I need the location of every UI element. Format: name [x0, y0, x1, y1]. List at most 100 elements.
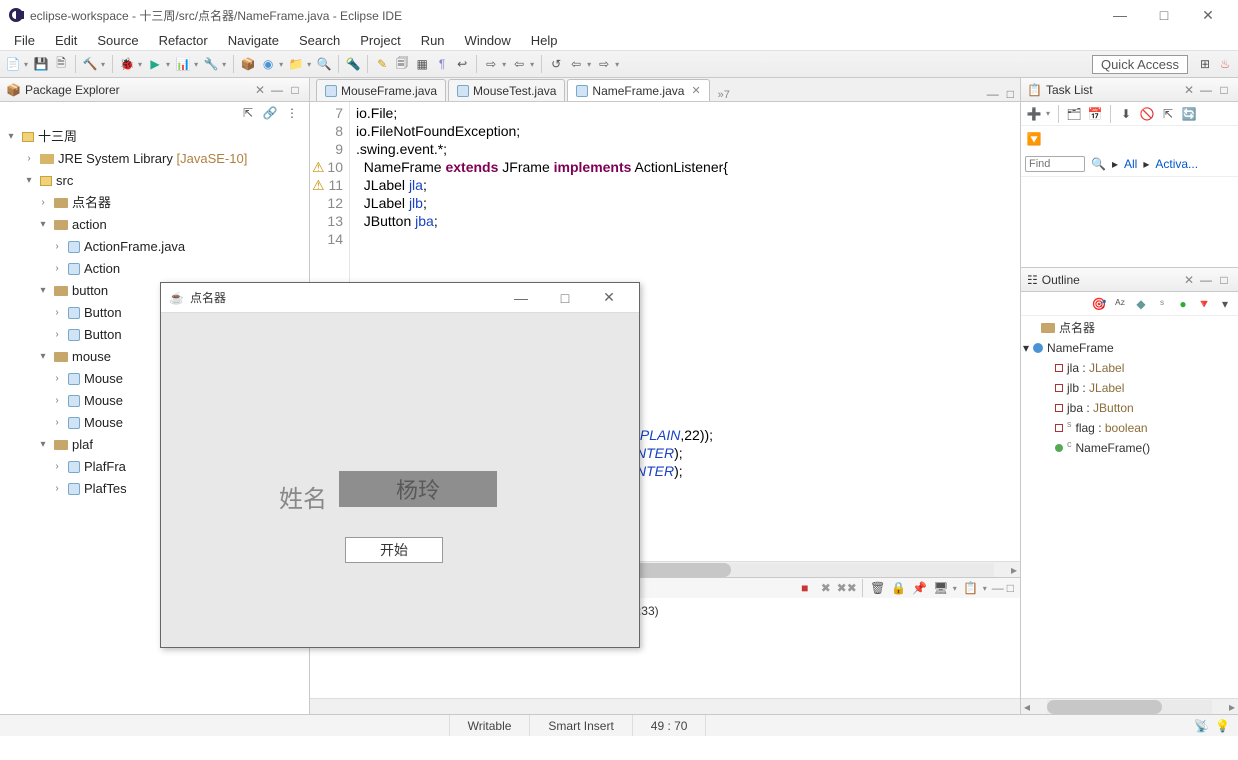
new-task-icon[interactable]: ➕: [1025, 105, 1043, 123]
minimize-icon[interactable]: —: [1198, 272, 1214, 288]
maximize-editor-icon[interactable]: □: [1007, 87, 1014, 101]
toggle-mark-icon[interactable]: ✎: [373, 55, 391, 73]
tab-overflow[interactable]: »7: [712, 89, 736, 101]
prev-annotation-icon[interactable]: ⇦: [510, 55, 528, 73]
sync-icon[interactable]: 🔄: [1180, 105, 1198, 123]
new-icon[interactable]: 📄: [4, 55, 22, 73]
close-view-icon[interactable]: ✕: [255, 83, 265, 97]
external-tools-icon[interactable]: 🔧: [202, 55, 220, 73]
start-button[interactable]: 开始: [345, 537, 443, 563]
menu-project[interactable]: Project: [350, 31, 410, 50]
file-button-2[interactable]: Button: [84, 324, 122, 346]
close-tab-icon[interactable]: ✕: [688, 84, 700, 97]
forward-icon[interactable]: ⇨: [595, 55, 613, 73]
java-app-titlebar[interactable]: ☕ 点名器 — □ ✕: [161, 283, 639, 313]
outline-field-jba[interactable]: jba : JButton: [1067, 398, 1134, 418]
open-console-icon[interactable]: 📋: [962, 579, 980, 597]
pkg-plaf[interactable]: plaf: [72, 434, 93, 456]
jre-node[interactable]: JRE System Library [JavaSE-10]: [58, 148, 247, 170]
task-all-link[interactable]: All: [1124, 157, 1137, 171]
window-minimize-button[interactable]: —: [1098, 0, 1142, 30]
scroll-lock-icon[interactable]: 🔒: [890, 579, 908, 597]
search-icon[interactable]: 🔦: [344, 55, 362, 73]
saveall-icon[interactable]: 🗎: [52, 55, 70, 73]
collapse-icon[interactable]: ⇱: [1159, 105, 1177, 123]
file-mouse-2[interactable]: Mouse: [84, 390, 123, 412]
java-maximize-button[interactable]: □: [543, 283, 587, 313]
outline-field-jlb[interactable]: jlb : JLabel: [1067, 378, 1124, 398]
file-button-1[interactable]: Button: [84, 302, 122, 324]
menu-file[interactable]: File: [4, 31, 45, 50]
close-view-icon[interactable]: ✕: [1184, 273, 1194, 287]
menu-help[interactable]: Help: [521, 31, 568, 50]
java-perspective-icon[interactable]: ♨: [1216, 55, 1234, 73]
task-activate-link[interactable]: Activa...: [1155, 157, 1198, 171]
rss-icon[interactable]: 📡: [1194, 719, 1209, 733]
pkg-button[interactable]: button: [72, 280, 108, 302]
file-mouse-3[interactable]: Mouse: [84, 412, 123, 434]
java-close-button[interactable]: ✕: [587, 283, 631, 313]
display-selected-icon[interactable]: 🖥: [932, 579, 950, 597]
show-whitespace-icon[interactable]: ¶: [433, 55, 451, 73]
tip-icon[interactable]: 💡: [1215, 719, 1230, 733]
new-folder-icon[interactable]: 📁: [287, 55, 305, 73]
collapse-all-icon[interactable]: ⇱: [239, 104, 257, 122]
focus-icon[interactable]: 🎯: [1090, 295, 1108, 313]
view-menu-icon[interactable]: ▾: [1216, 295, 1234, 313]
schedule-icon[interactable]: 📅: [1086, 105, 1104, 123]
outline-ctor[interactable]: NameFrame(): [1076, 438, 1151, 458]
block-select-icon[interactable]: ▦: [413, 55, 431, 73]
next-annotation-icon[interactable]: ⇨: [482, 55, 500, 73]
link-editor-icon[interactable]: 🔗: [261, 104, 279, 122]
build-icon[interactable]: 🔨: [81, 55, 99, 73]
maximize-icon[interactable]: □: [1216, 272, 1232, 288]
outline-field-jla[interactable]: jla : JLabel: [1067, 358, 1124, 378]
menu-edit[interactable]: Edit: [45, 31, 87, 50]
remove-all-icon[interactable]: ✖✖: [838, 579, 856, 597]
console-h-scrollbar[interactable]: [310, 698, 1020, 714]
file-actionframe[interactable]: ActionFrame.java: [84, 236, 185, 258]
java-app-window[interactable]: ☕ 点名器 — □ ✕ 姓名 杨玲 开始: [160, 282, 640, 648]
new-class-icon[interactable]: ◉: [259, 55, 277, 73]
outline-pkg[interactable]: 点名器: [1059, 318, 1095, 338]
menu-refactor[interactable]: Refactor: [149, 31, 218, 50]
task-filter-icon[interactable]: 🔽: [1025, 130, 1043, 148]
window-maximize-button[interactable]: □: [1142, 0, 1186, 30]
menu-window[interactable]: Window: [455, 31, 521, 50]
quick-access-field[interactable]: Quick Access: [1092, 55, 1188, 74]
java-minimize-button[interactable]: —: [499, 283, 543, 313]
last-edit-icon[interactable]: ↺: [547, 55, 565, 73]
outline-tree[interactable]: 点名器 ▾NameFrame jla : JLabel jlb : JLabel…: [1021, 316, 1238, 698]
task-find-input[interactable]: [1025, 156, 1085, 172]
tab-mousetest[interactable]: MouseTest.java: [448, 79, 565, 101]
maximize-icon[interactable]: □: [1216, 82, 1232, 98]
terminate-icon[interactable]: ■: [796, 579, 814, 597]
sort-icon[interactable]: ᴬᶻ: [1111, 295, 1129, 313]
annotations-icon[interactable]: 🗐: [393, 55, 411, 73]
minimize-icon[interactable]: —: [1198, 82, 1214, 98]
file-mouse-1[interactable]: Mouse: [84, 368, 123, 390]
tab-nameframe[interactable]: NameFrame.java✕: [567, 79, 709, 101]
outline-h-scrollbar[interactable]: ◂▸: [1021, 698, 1238, 714]
pkg-dianmingqi[interactable]: 点名器: [72, 192, 111, 214]
word-wrap-icon[interactable]: ↩: [453, 55, 471, 73]
menu-run[interactable]: Run: [411, 31, 455, 50]
categorize-icon[interactable]: 🗂: [1065, 105, 1083, 123]
pkg-mouse[interactable]: mouse: [72, 346, 111, 368]
open-perspective-icon[interactable]: ⊞: [1196, 55, 1214, 73]
src-node[interactable]: src: [56, 170, 73, 192]
view-menu-icon[interactable]: ⋮: [283, 104, 301, 122]
save-icon[interactable]: 💾: [32, 55, 50, 73]
minimize-icon[interactable]: —: [269, 82, 285, 98]
hide-icon[interactable]: 🚫: [1138, 105, 1156, 123]
window-close-button[interactable]: ✕: [1186, 0, 1230, 30]
menu-search[interactable]: Search: [289, 31, 350, 50]
menu-navigate[interactable]: Navigate: [218, 31, 289, 50]
outline-class[interactable]: NameFrame: [1047, 338, 1114, 358]
tab-mouseframe[interactable]: MouseFrame.java: [316, 79, 446, 101]
open-type-icon[interactable]: 🔍: [315, 55, 333, 73]
hide-nonpublic-icon[interactable]: ●: [1174, 295, 1192, 313]
find-search-icon[interactable]: 🔍: [1091, 157, 1106, 171]
outline-field-flag[interactable]: flag : boolean: [1076, 418, 1148, 438]
hide-local-icon[interactable]: 🔻: [1195, 295, 1213, 313]
